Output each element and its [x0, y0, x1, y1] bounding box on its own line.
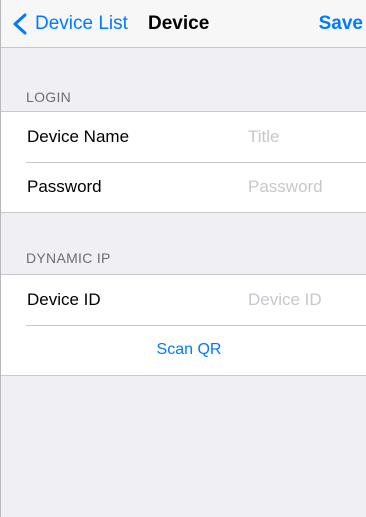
page-title: Device: [148, 13, 210, 34]
device-id-row: Device ID: [1, 275, 366, 325]
device-screen: Device List Device Save LOGIN Device Nam…: [0, 0, 366, 517]
dynamic-ip-group: Device ID Scan QR: [1, 274, 366, 376]
navigation-bar: Device List Device Save: [1, 0, 366, 48]
back-button-label: Device List: [35, 13, 128, 34]
device-id-field[interactable]: [248, 285, 364, 315]
scan-qr-row[interactable]: Scan QR: [1, 325, 366, 375]
device-name-field[interactable]: [248, 122, 364, 152]
login-section-header: LOGIN: [26, 89, 72, 105]
device-name-row: Device Name: [1, 112, 366, 162]
dynamic-ip-section-header: DYNAMIC IP: [26, 250, 111, 266]
password-row: Password: [1, 162, 366, 212]
device-id-label: Device ID: [27, 290, 101, 309]
save-button[interactable]: Save: [319, 12, 363, 36]
password-label: Password: [27, 177, 102, 196]
chevron-left-icon: [13, 13, 27, 35]
back-button[interactable]: Device List: [11, 11, 128, 37]
password-field[interactable]: [248, 172, 364, 202]
login-group: Device Name Password: [1, 111, 366, 213]
scan-qr-button[interactable]: Scan QR: [1, 341, 366, 359]
device-name-label: Device Name: [27, 127, 130, 146]
